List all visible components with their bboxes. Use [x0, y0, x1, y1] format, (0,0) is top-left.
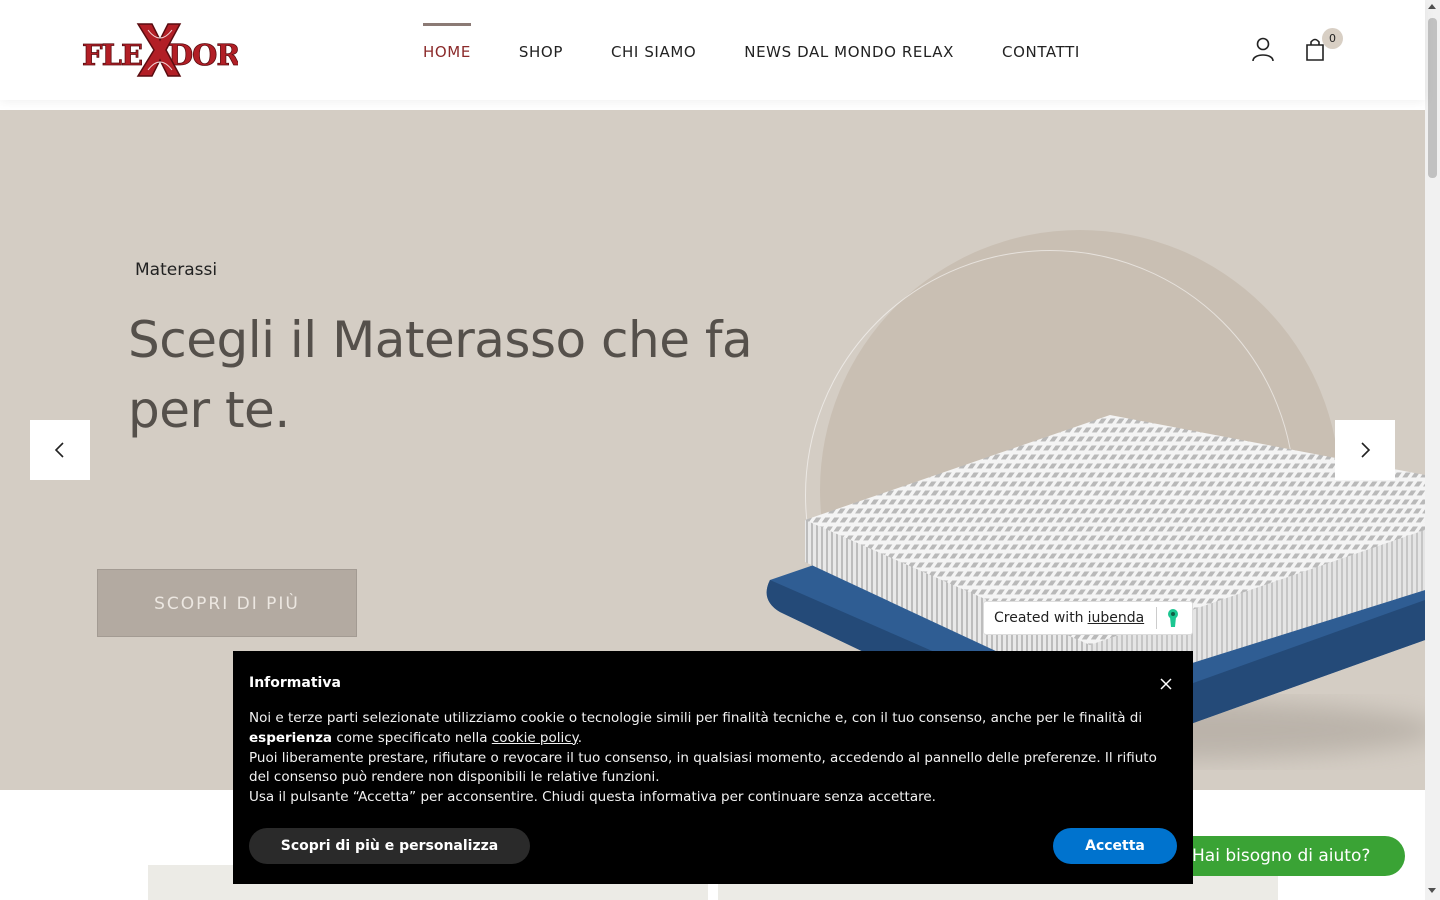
chevron-right-icon — [1361, 442, 1371, 458]
chevron-left-icon — [54, 442, 64, 458]
cookie-text: Noi e terze parti selezionate utilizziam… — [249, 709, 1169, 808]
user-icon[interactable] — [1250, 36, 1276, 62]
nav-item-news[interactable]: NEWS DAL MONDO RELAX — [744, 39, 954, 61]
cookie-policy-link[interactable]: cookie policy — [492, 730, 578, 746]
cookie-text-part: Usa il pulsante “Accetta” per acconsenti… — [249, 789, 936, 806]
customize-button[interactable]: Scopri di più e personalizza — [249, 828, 530, 864]
scrollbar-thumb[interactable] — [1428, 18, 1437, 178]
slider-next-button[interactable] — [1335, 420, 1395, 480]
hero-title: Scegli il Materasso che fa per te. — [128, 311, 753, 439]
cookie-text-part: . — [577, 729, 583, 746]
svg-text:FLE: FLE — [82, 38, 142, 72]
iubenda-prefix: Created with — [994, 610, 1084, 626]
cart-count-badge: 0 — [1322, 28, 1343, 49]
slider-prev-button[interactable] — [30, 420, 90, 480]
cookie-text-part: come specificato nella — [332, 729, 492, 746]
main-nav: HOME SHOP CHI SIAMO NEWS DAL MONDO RELAX… — [423, 0, 1128, 100]
site-header: FLE DOR HOME SHOP CHI SIAMO NEWS DAL MON… — [0, 0, 1425, 100]
divider — [1156, 607, 1158, 629]
accept-button[interactable]: Accetta — [1053, 828, 1177, 864]
keyhole-icon — [1168, 609, 1179, 627]
iubenda-link[interactable]: iubenda — [1088, 610, 1145, 626]
cookie-title: Informativa — [249, 675, 341, 691]
page: FLE DOR HOME SHOP CHI SIAMO NEWS DAL MON… — [0, 0, 1440, 900]
nav-item-home[interactable]: HOME — [423, 23, 471, 61]
nav-item-chi-siamo[interactable]: CHI SIAMO — [611, 39, 696, 61]
help-chat-button[interactable]: Hai bisogno di aiuto? — [1170, 836, 1405, 876]
nav-item-shop[interactable]: SHOP — [519, 39, 563, 61]
nav-item-contatti[interactable]: CONTATTI — [1002, 39, 1080, 61]
page-scrollbar[interactable] — [1425, 0, 1440, 900]
scroll-up-arrow[interactable] — [1428, 4, 1436, 9]
scroll-down-arrow[interactable] — [1428, 888, 1436, 893]
cookie-text-part: Puoi liberamente prestare, rifiutare o r… — [249, 749, 1157, 786]
close-icon[interactable] — [1156, 674, 1176, 694]
cookie-banner: Informativa Noi e terze parti selezionat… — [233, 651, 1193, 884]
iubenda-badge: Created with iubenda — [983, 601, 1193, 635]
svg-text:DOR: DOR — [168, 38, 238, 72]
cookie-text-part: Noi e terze parti selezionate utilizziam… — [249, 710, 1143, 726]
hero-category: Materassi — [135, 260, 218, 280]
flexdor-logo[interactable]: FLE DOR — [82, 22, 243, 78]
hero-cta-button[interactable]: SCOPRI DI PIÙ — [97, 569, 357, 637]
cookie-text-bold: esperienza — [249, 729, 333, 746]
